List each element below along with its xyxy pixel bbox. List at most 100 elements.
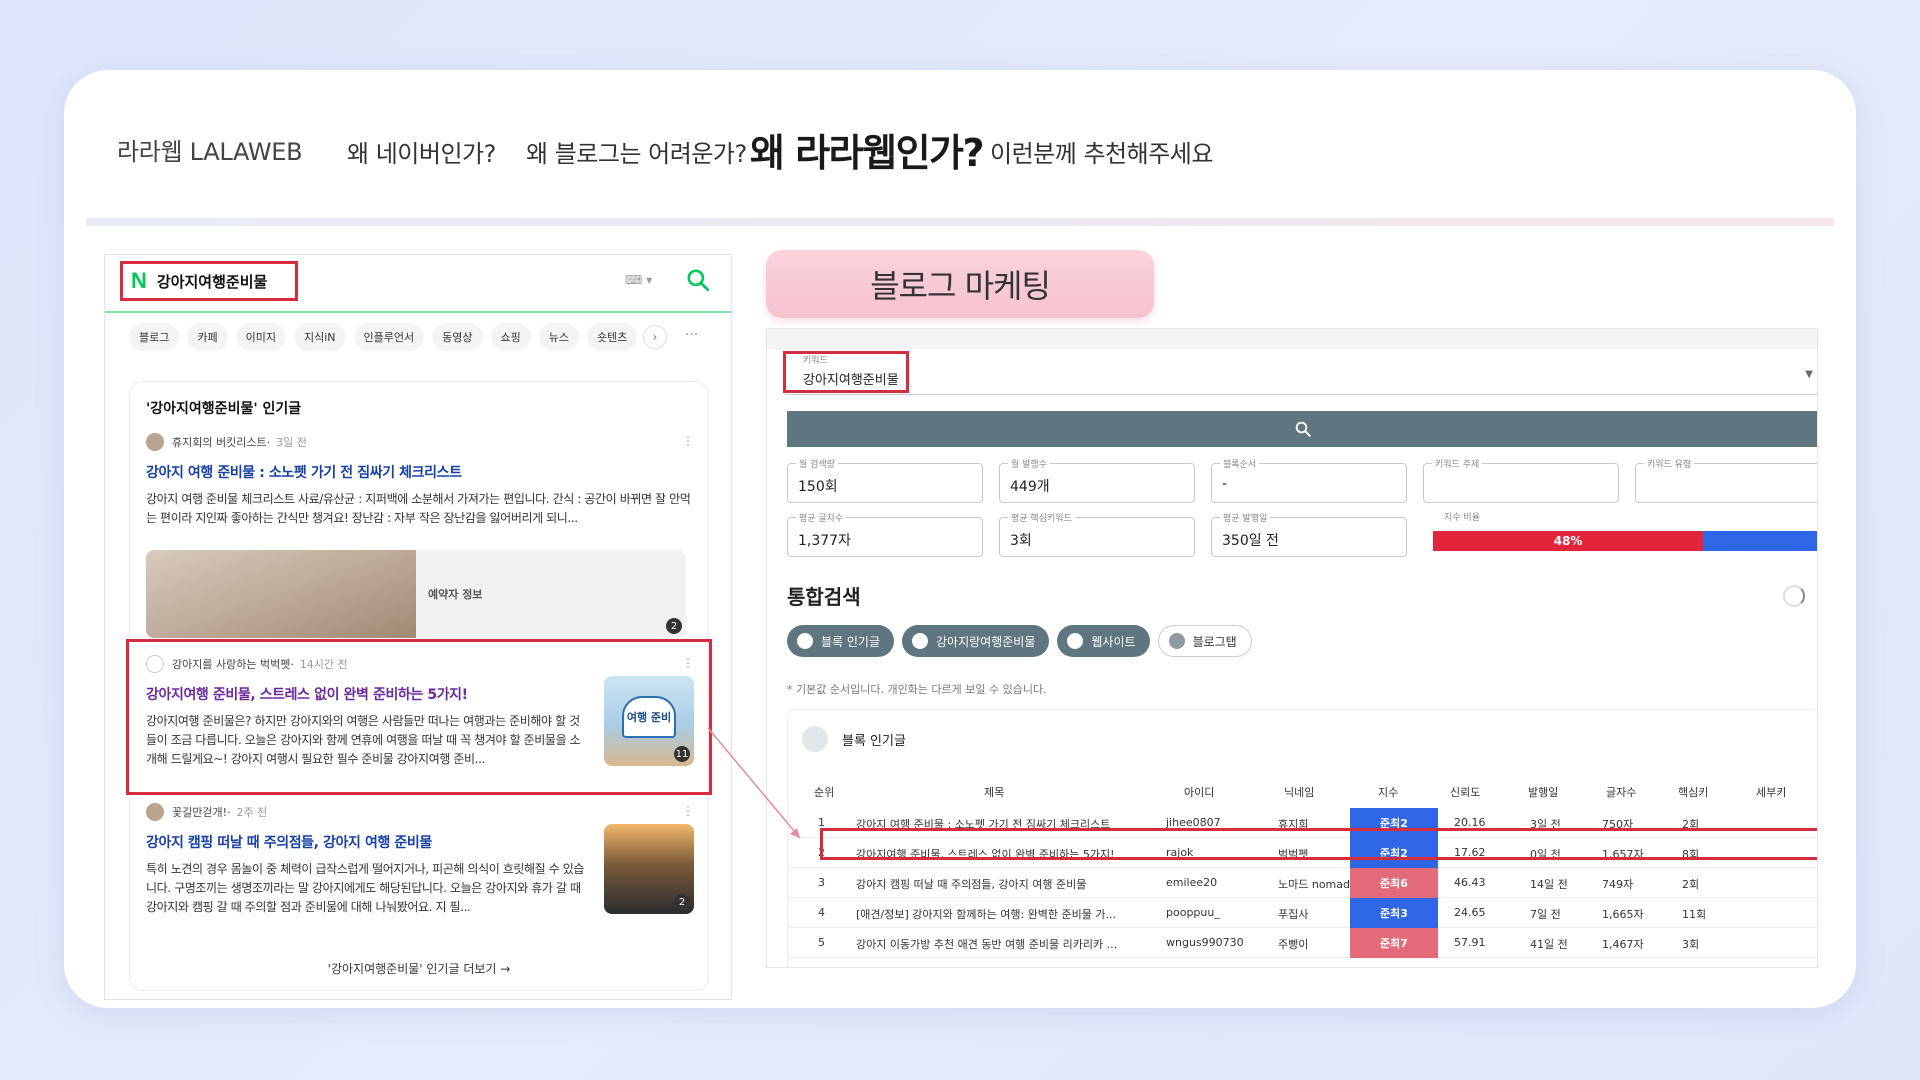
cell-nick: 노마드 nomad [1278, 878, 1350, 891]
list-item: 꽃길만걷개! · 2주 전 ⋮ 강아지 캠핑 떠날 때 주의점들, 강아지 여행 … [146, 802, 694, 932]
tab-kin[interactable]: 지식iN [294, 323, 346, 351]
tabs-next-icon[interactable]: › [643, 325, 667, 349]
cell-date: 7일 전 [1530, 908, 1561, 921]
image-count-badge: 2 [674, 894, 690, 910]
section-title: 통합검색 [787, 585, 861, 609]
popular-table-card: 블록 인기글 순위 제목 아이디 닉네임 지수 신뢰도 발행일 글자수 핵심키 … [787, 709, 1817, 967]
user-icon [1168, 633, 1185, 649]
cell-id: pooppuu_ [1166, 906, 1220, 919]
search-icon [1295, 421, 1311, 437]
post-title[interactable]: 강아지 여행 준비물 : 소노펫 가기 전 짐싸기 체크리스트 [146, 462, 694, 482]
search-icon[interactable] [685, 267, 711, 293]
tab-news[interactable]: 뉴스 [538, 323, 580, 351]
avg-publish-field: 평균 발행일 350일 전 [1211, 511, 1407, 557]
col-rank: 순위 [814, 786, 835, 799]
naver-logo-icon: N [131, 268, 147, 293]
tab-video[interactable]: 동영상 [432, 323, 483, 351]
note-text: * 기본값 순서입니다. 개인화는 다르게 보일 수 있습니다. [787, 683, 1047, 696]
post-thumbnail[interactable]: 2 [604, 824, 694, 914]
nav-recommend[interactable]: 이런분께 추천해주세요 [990, 134, 1213, 169]
cell-chars: 1,665자 [1602, 908, 1644, 921]
section-chips: 블록 인기글 강아지랑여행준비물 웹사이트 블로그탭 [787, 625, 1252, 657]
ratio-caption: 지수 비율 [1441, 510, 1483, 523]
keyboard-icon[interactable]: ⌨ ▾ [625, 273, 652, 287]
chip-blog-tab[interactable]: 블로그탭 [1157, 625, 1252, 657]
cell-title[interactable]: 강아지 이동가방 추천 애견 동반 여행 준비물 리카리카 ... [856, 936, 1126, 952]
nav-why-blog-hard[interactable]: 왜 블로그는 어려운가? [526, 134, 747, 169]
top-nav: 라라웹 LALAWEB 왜 네이버인가? 왜 블로그는 어려운가? 왜 라라웹인… [64, 70, 1856, 220]
post-title[interactable]: 강아지 캠핑 떠날 때 주의점들, 강아지 여행 준비물 [146, 832, 586, 852]
col-detail: 세부키 [1756, 786, 1787, 799]
post-author[interactable]: 꽃길만걷개! [172, 804, 227, 820]
naver-search-box[interactable]: N 강아지여행준비물 [120, 261, 298, 301]
user-icon [797, 633, 813, 649]
field-caption: 평균 핵심키워드 [1008, 511, 1075, 524]
col-nick: 닉네임 [1284, 786, 1315, 799]
chevron-down-icon: ▼ [1805, 369, 1813, 380]
table-head: 순위 제목 아이디 닉네임 지수 신뢰도 발행일 글자수 핵심키 세부키 [788, 784, 1817, 804]
image-count-badge: 2 [666, 618, 682, 634]
field-caption: 블록순서 [1220, 457, 1260, 470]
cell-rank: 5 [818, 936, 825, 949]
field-value: 3회 [1010, 533, 1032, 549]
user-icon [912, 633, 929, 649]
post-thumbnail[interactable]: 예약자 정보 2 [146, 550, 686, 638]
tab-shortents[interactable]: 숏텐츠 [587, 323, 638, 351]
thumbnail-caption: 예약자 정보 [428, 588, 483, 601]
tab-image[interactable]: 이미지 [235, 323, 286, 351]
tab-shopping[interactable]: 쇼핑 [490, 323, 531, 351]
monthly-search-field: 월 검색량 150회 [787, 457, 983, 503]
list-item: 휴지회의 버킷리스트 · 3일 전 ⋮ 강아지 여행 준비물 : 소노펫 가기 전… [146, 432, 694, 652]
naver-search-screenshot: N 강아지여행준비물 ⌨ ▾ 블로그 카페 이미지 지식iN 인플루언서 동영상… [104, 254, 732, 1000]
more-icon[interactable]: ··· [685, 327, 698, 343]
chip-popular[interactable]: 블록 인기글 [787, 625, 895, 657]
cell-id: wngus990730 [1166, 936, 1244, 949]
nav-why-lalaweb[interactable]: 왜 라라웹인가? [750, 122, 985, 177]
field-caption: 평균 발행일 [1220, 511, 1271, 524]
chip-label: 강아지랑여행준비물 [936, 634, 1036, 649]
cell-trust: 24.65 [1454, 906, 1486, 919]
cell-rank: 4 [818, 906, 825, 919]
cell-nick: 푸집사 [1278, 908, 1309, 921]
panel-title: '강아지여행준비물' 인기글 [146, 401, 302, 417]
cell-id: emilee20 [1166, 876, 1218, 889]
chip-label: 웹사이트 [1091, 634, 1136, 649]
field-value: - [1222, 476, 1228, 492]
cell-rank: 3 [818, 876, 825, 889]
user-icon [802, 726, 828, 752]
field-value: 350일 전 [1222, 533, 1279, 549]
brand-logo[interactable]: 라라웹 LALAWEB [117, 132, 303, 167]
more-posts-link[interactable]: '강아지여행준비물' 인기글 더보기 → [130, 960, 708, 977]
keyword-select[interactable]: 키워드 강아지여행준비물 ▼ [785, 351, 1817, 395]
cell-title[interactable]: 강아지 캠핑 떠날 때 주의점들, 강아지 여행 준비물 [856, 876, 1126, 892]
tab-influencer[interactable]: 인플루언서 [353, 323, 425, 351]
more-vertical-icon[interactable]: ⋮ [682, 804, 694, 818]
chip-related[interactable]: 강아지랑여행준비물 [902, 625, 1050, 657]
user-icon [1067, 633, 1084, 649]
cell-chars: 749자 [1602, 878, 1634, 891]
post-time: 3일 전 [276, 436, 307, 449]
field-caption: 키워드 유형 [1644, 457, 1695, 470]
chip-label: 블록 인기글 [821, 634, 881, 649]
search-button[interactable] [787, 411, 1817, 447]
loading-spinner-icon [1783, 585, 1805, 607]
index-ratio: 지수 비율 48% [1433, 510, 1817, 557]
table-row[interactable]: 4 [애견/정보] 강아지와 함께하는 여행: 완벽한 준비물 가... poopp… [788, 898, 1817, 928]
post-author[interactable]: 휴지회의 버킷리스트 [172, 434, 267, 450]
tab-cafe[interactable]: 카페 [187, 323, 228, 351]
avg-core-keyword-field: 평균 핵심키워드 3회 [999, 511, 1195, 557]
field-value: 150회 [798, 479, 838, 495]
search-underline [105, 311, 731, 313]
avg-chars-field: 평균 글자수 1,377자 [787, 511, 983, 557]
more-vertical-icon[interactable]: ⋮ [682, 434, 694, 448]
table-row[interactable]: 3 강아지 캠핑 떠날 때 주의점들, 강아지 여행 준비물 emilee20 노마드… [788, 868, 1817, 898]
table-row[interactable]: 5 강아지 이동가방 추천 애견 동반 여행 준비물 리카리카 ... wngus9… [788, 928, 1817, 958]
cell-index-badge: 준최6 [1350, 868, 1438, 898]
cell-title[interactable]: [애견/정보] 강아지와 함께하는 여행: 완벽한 준비물 가... [856, 906, 1126, 922]
chip-website[interactable]: 웹사이트 [1057, 625, 1150, 657]
col-index: 지수 [1378, 786, 1399, 799]
analysis-tool: 키워드 강아지여행준비물 ▼ 월 검색량 150회 월 발행수 449개 블록순서 -… [766, 328, 1818, 968]
tab-blog[interactable]: 블로그 [129, 323, 180, 351]
nav-why-naver[interactable]: 왜 네이버인가? [347, 134, 496, 169]
avatar [146, 803, 164, 821]
